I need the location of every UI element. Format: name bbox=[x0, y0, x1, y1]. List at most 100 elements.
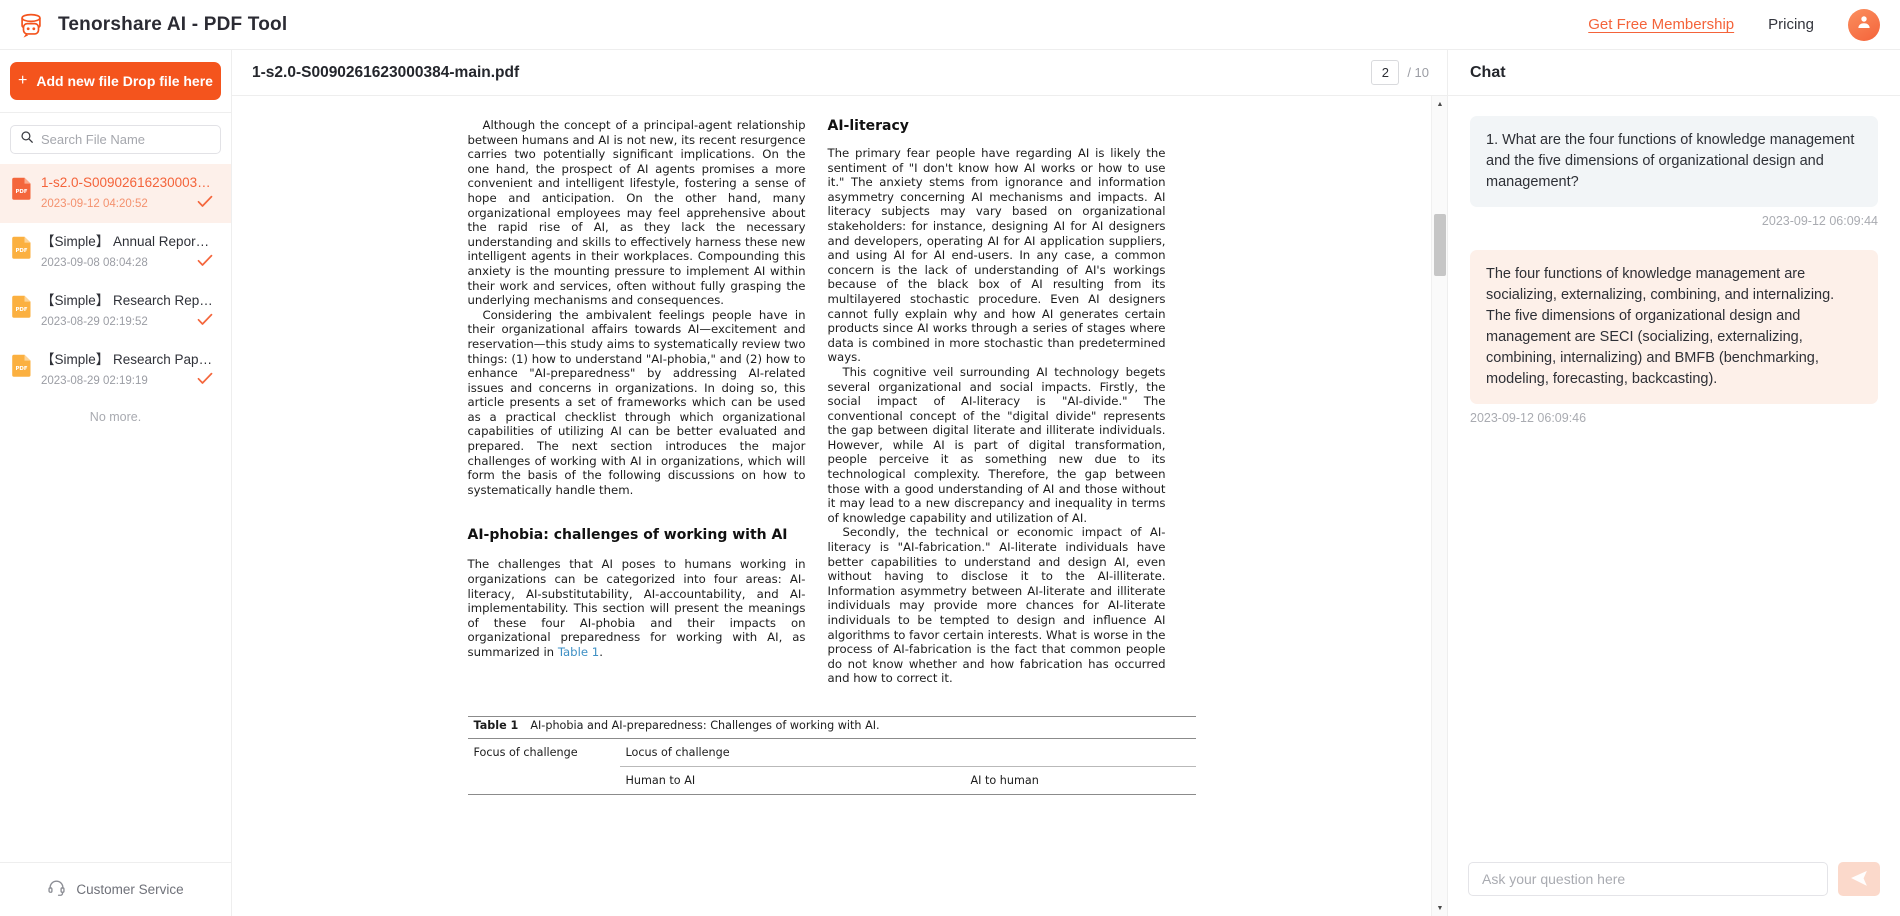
paragraph: Although the concept of a principal-agen… bbox=[467, 118, 806, 308]
file-date: 2023-09-12 04:20:52 bbox=[41, 198, 148, 210]
file-list-item[interactable]: PDF 【Simple】 Annual Repor… 2023-09-08 08… bbox=[0, 223, 231, 282]
file-list: PDF 1-s2.0-S00902616230003… 2023-09-12 0… bbox=[0, 162, 231, 862]
get-free-membership-link[interactable]: Get Free Membership bbox=[1588, 16, 1734, 33]
brand: Tenorshare AI - PDF Tool bbox=[16, 10, 287, 40]
pdf-left-column: Although the concept of a principal-agen… bbox=[468, 118, 806, 686]
paragraph: Secondly, the technical or economic impa… bbox=[827, 525, 1166, 686]
section-heading: AI-phobia: challenges of working with AI bbox=[467, 527, 788, 544]
chat-title: Chat bbox=[1470, 63, 1506, 81]
pdf-page-canvas: Although the concept of a principal-agen… bbox=[232, 96, 1431, 916]
table-1-link[interactable]: Table 1 bbox=[558, 645, 599, 659]
table-header-row: Focus of challenge Locus of challenge bbox=[468, 739, 1196, 766]
page-navigation: / 10 bbox=[1371, 60, 1429, 85]
page-number-input[interactable] bbox=[1371, 60, 1400, 85]
paragraph-with-link: The challenges that AI poses to humans w… bbox=[468, 557, 806, 659]
user-avatar-icon bbox=[1855, 13, 1873, 36]
table-1-container: Table 1 AI-phobia and AI-preparedness: C… bbox=[402, 715, 1262, 795]
svg-text:PDF: PDF bbox=[15, 366, 27, 372]
svg-text:PDF: PDF bbox=[15, 189, 27, 195]
table-1: Table 1 AI-phobia and AI-preparedness: C… bbox=[467, 715, 1196, 795]
pdf-viewer: 1-s2.0-S0090261623000384-main.pdf / 10 A… bbox=[232, 50, 1448, 916]
paragraph-text-part-1: The challenges that AI poses to humans w… bbox=[467, 557, 806, 659]
paragraph-text-part-2: . bbox=[599, 645, 603, 659]
check-icon bbox=[197, 195, 213, 213]
chat-message-time: 2023-09-12 06:09:44 bbox=[1761, 214, 1878, 228]
paragraph: Considering the ambivalent feelings peop… bbox=[467, 307, 806, 497]
pdf-file-icon: PDF bbox=[12, 353, 32, 382]
send-plane-icon bbox=[1849, 868, 1869, 891]
send-button[interactable] bbox=[1838, 862, 1880, 896]
add-new-file-button[interactable]: + Add new file Drop file here bbox=[10, 62, 221, 100]
check-icon bbox=[197, 372, 213, 390]
chat-message-time: 2023-09-12 06:09:46 bbox=[1470, 411, 1587, 425]
file-date: 2023-08-29 02:19:52 bbox=[41, 316, 148, 328]
caret-down-icon[interactable]: ▼ bbox=[1432, 900, 1447, 916]
customer-service-label: Customer Service bbox=[76, 882, 184, 897]
pdf-page: Although the concept of a principal-agen… bbox=[401, 96, 1262, 916]
caret-up-icon[interactable]: ▲ bbox=[1432, 96, 1447, 112]
file-name: 【Simple】 Research Pap… bbox=[41, 352, 213, 367]
table-header-row: Human to AI AI to human bbox=[468, 767, 1196, 794]
file-meta: 【Simple】 Research Pap… 2023-08-29 02:19:… bbox=[41, 351, 219, 390]
search-box[interactable] bbox=[10, 125, 221, 154]
headset-icon bbox=[47, 878, 66, 902]
sidebar: + Add new file Drop file here Search Fil… bbox=[0, 50, 232, 916]
top-bar: Tenorshare AI - PDF Tool Get Free Member… bbox=[0, 0, 1900, 50]
file-date: 2023-08-29 02:19:19 bbox=[41, 375, 148, 387]
customer-service-button[interactable]: Customer Service bbox=[0, 862, 231, 916]
table-caption: Table 1 AI-phobia and AI-preparedness: C… bbox=[468, 717, 1196, 738]
search-input[interactable] bbox=[41, 132, 217, 147]
chat-answer-bubble: The four functions of knowledge manageme… bbox=[1470, 250, 1878, 404]
pricing-link[interactable]: Pricing bbox=[1768, 16, 1814, 33]
file-detail-row: 2023-09-08 08:04:28 bbox=[41, 254, 219, 272]
viewer-header: 1-s2.0-S0090261623000384-main.pdf / 10 bbox=[232, 50, 1447, 96]
search-container bbox=[0, 113, 231, 162]
document-title: 1-s2.0-S0090261623000384-main.pdf bbox=[252, 63, 520, 81]
file-detail-row: 2023-09-12 04:20:52 bbox=[41, 195, 219, 213]
add-file-container: + Add new file Drop file here bbox=[0, 50, 231, 112]
table-caption-text: AI-phobia and AI-preparedness: Challenge… bbox=[530, 718, 880, 732]
main-body: + Add new file Drop file here Search Fil… bbox=[0, 50, 1900, 916]
end-of-list-label: No more. bbox=[89, 410, 142, 424]
file-name: 1-s2.0-S00902616230003… bbox=[41, 175, 211, 190]
pdf-chat-logo-icon bbox=[16, 10, 46, 40]
file-meta: 1-s2.0-S00902616230003… 2023-09-12 04:20… bbox=[41, 174, 219, 213]
chat-input-row bbox=[1448, 848, 1900, 916]
search-icon bbox=[20, 130, 34, 149]
pdf-file-icon: PDF bbox=[12, 176, 32, 205]
scrollbar-thumb[interactable] bbox=[1434, 214, 1446, 276]
table-cell bbox=[474, 774, 626, 787]
check-icon bbox=[197, 254, 213, 272]
chat-header: Chat bbox=[1448, 50, 1900, 96]
app-title: Tenorshare AI - PDF Tool bbox=[58, 13, 288, 35]
total-pages-label: / 10 bbox=[1407, 65, 1429, 80]
paragraph: The primary fear people have regarding A… bbox=[827, 146, 1166, 365]
table-rule bbox=[467, 793, 1196, 795]
chat-message: The four functions of knowledge manageme… bbox=[1470, 250, 1878, 425]
file-detail-row: 2023-08-29 02:19:52 bbox=[41, 313, 219, 331]
pdf-columns: Although the concept of a principal-agen… bbox=[402, 118, 1262, 686]
file-list-item[interactable]: PDF 1-s2.0-S00902616230003… 2023-09-12 0… bbox=[0, 164, 231, 223]
table-label: Table 1 bbox=[473, 718, 519, 732]
file-list-item[interactable]: PDF 【Simple】 Research Pap… 2023-08-29 02… bbox=[0, 341, 231, 400]
chat-message: 1. What are the four functions of knowle… bbox=[1470, 116, 1878, 228]
viewer-body: Although the concept of a principal-agen… bbox=[232, 96, 1447, 916]
chat-message-list: 1. What are the four functions of knowle… bbox=[1448, 96, 1900, 848]
table-cell: AI to human bbox=[970, 773, 1039, 787]
svg-text:PDF: PDF bbox=[15, 248, 27, 254]
file-meta: 【Simple】 Annual Repor… 2023-09-08 08:04:… bbox=[41, 233, 219, 272]
file-list-item[interactable]: PDF 【Simple】 Research Rep… 2023-08-29 02… bbox=[0, 282, 231, 341]
svg-text:PDF: PDF bbox=[15, 307, 27, 313]
topbar-actions: Get Free Membership Pricing bbox=[1588, 8, 1880, 41]
table-cell: Locus of challenge bbox=[625, 745, 730, 759]
pdf-right-column: AI-literacy The primary fear people have… bbox=[828, 118, 1166, 686]
check-icon bbox=[197, 313, 213, 331]
file-name: 【Simple】 Annual Repor… bbox=[41, 234, 210, 249]
viewer-scrollbar[interactable]: ▲ ▼ bbox=[1431, 96, 1447, 916]
file-name: 【Simple】 Research Rep… bbox=[41, 293, 213, 308]
pdf-file-icon: PDF bbox=[12, 235, 32, 264]
avatar[interactable] bbox=[1848, 8, 1880, 41]
chat-panel: Chat 1. What are the four functions of k… bbox=[1448, 50, 1900, 916]
chat-input[interactable] bbox=[1468, 862, 1828, 896]
section-heading: AI-literacy bbox=[827, 118, 909, 134]
